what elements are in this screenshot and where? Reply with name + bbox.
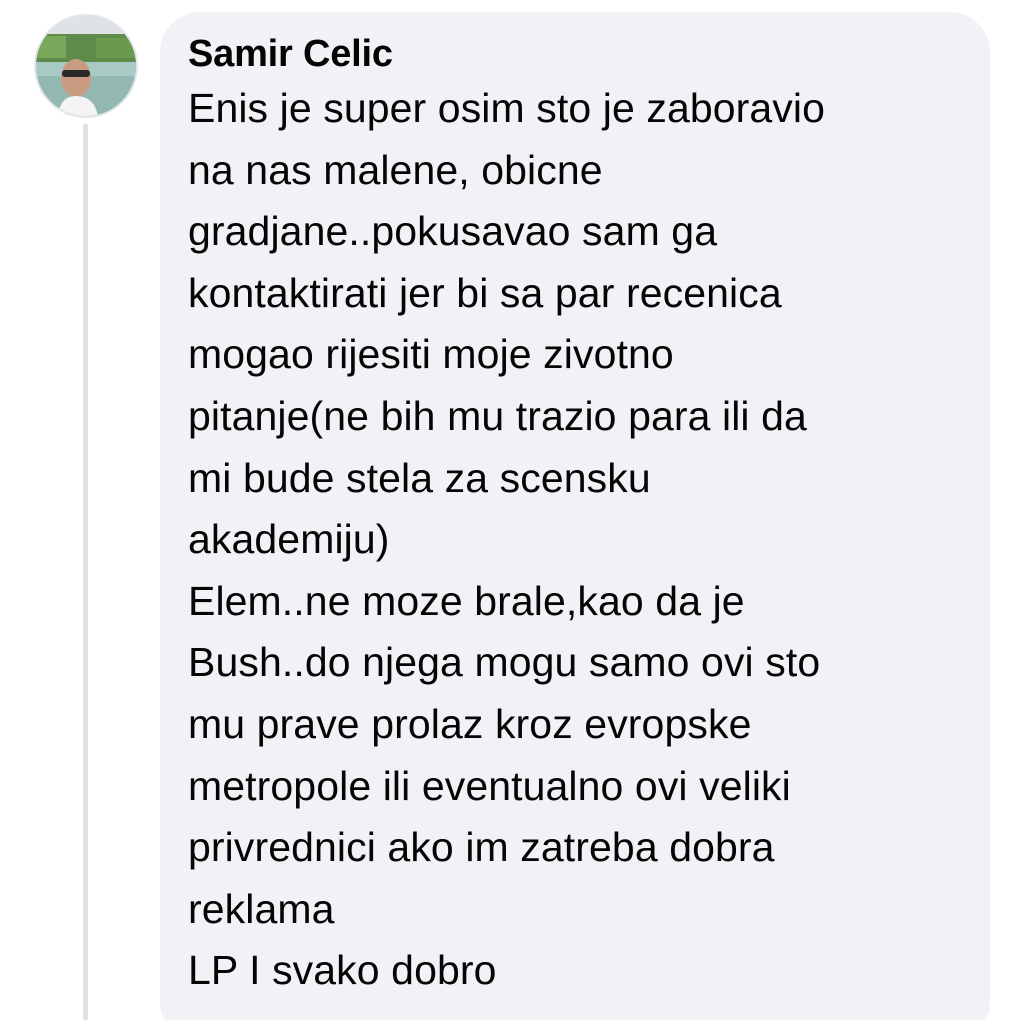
comment-text-line: Enis je super osim sto je zaboravio xyxy=(188,85,826,131)
comment-text-line: mogao rijesiti moje zivotno xyxy=(188,331,674,378)
avatar[interactable] xyxy=(34,14,138,118)
comment-bubble: Samir Celic Enis je super osim sto je za… xyxy=(160,12,990,1020)
comment-text-line: mi bude stela za scensku xyxy=(188,454,651,501)
comment-text-line: privrednici ako im zatreba dobra xyxy=(188,824,775,871)
thread-line xyxy=(83,124,88,1020)
comment-text-line: LP I svako dobro xyxy=(188,947,497,994)
comment: Samir Celic Enis je super osim sto je za… xyxy=(0,0,1024,1020)
comment-text-line: kontaktirati jer bi sa par recenica xyxy=(188,269,782,316)
comment-text-line: Bush..do njega mogu samo ovi sto xyxy=(188,639,821,686)
comment-author[interactable]: Samir Celic xyxy=(188,32,962,76)
comment-text-line: gradjane..pokusavao sam ga xyxy=(188,208,718,255)
comment-text-line: metropole ili eventualno ovi veliki xyxy=(188,762,791,809)
comment-text-line: Elem..ne moze brale,kao da je xyxy=(188,577,745,624)
comment-text-line: akademiju) xyxy=(188,516,390,563)
comment-text-line: pitanje(ne bih mu trazio para ili da xyxy=(188,392,807,439)
comment-text-line: na nas malene, obicne xyxy=(188,146,603,193)
avatar-photo xyxy=(36,16,136,116)
comment-text-line: mu prave prolaz kroz evropske xyxy=(188,700,752,747)
comment-text: Enis je super osim sto je zaboravio na n… xyxy=(188,78,962,1002)
comment-text-line: reklama xyxy=(188,885,335,932)
